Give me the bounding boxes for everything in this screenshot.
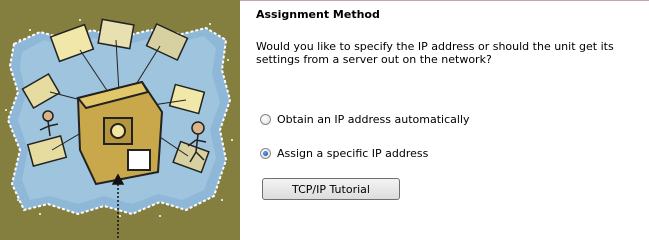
radio-assign-specific[interactable]: Assign a specific IP address	[260, 147, 428, 160]
radio-label-assign-specific[interactable]: Assign a specific IP address	[277, 147, 428, 160]
radio-label-obtain-automatically[interactable]: Obtain an IP address automatically	[277, 113, 470, 126]
radio-checked-icon[interactable]	[260, 148, 271, 159]
network-illustration-icon	[0, 0, 240, 240]
tcpip-tutorial-button[interactable]: TCP/IP Tutorial	[262, 178, 400, 200]
radio-unchecked-icon[interactable]	[260, 114, 271, 125]
question-text: Would you like to specify the IP address…	[256, 40, 614, 66]
page-title: Assignment Method	[256, 8, 380, 21]
wizard-page: Assignment Method Would you like to spec…	[0, 0, 649, 240]
radio-obtain-automatically[interactable]: Obtain an IP address automatically	[260, 113, 470, 126]
header-divider	[240, 0, 649, 1]
wizard-content: Assignment Method Would you like to spec…	[240, 0, 649, 240]
wizard-side-illustration	[0, 0, 240, 240]
